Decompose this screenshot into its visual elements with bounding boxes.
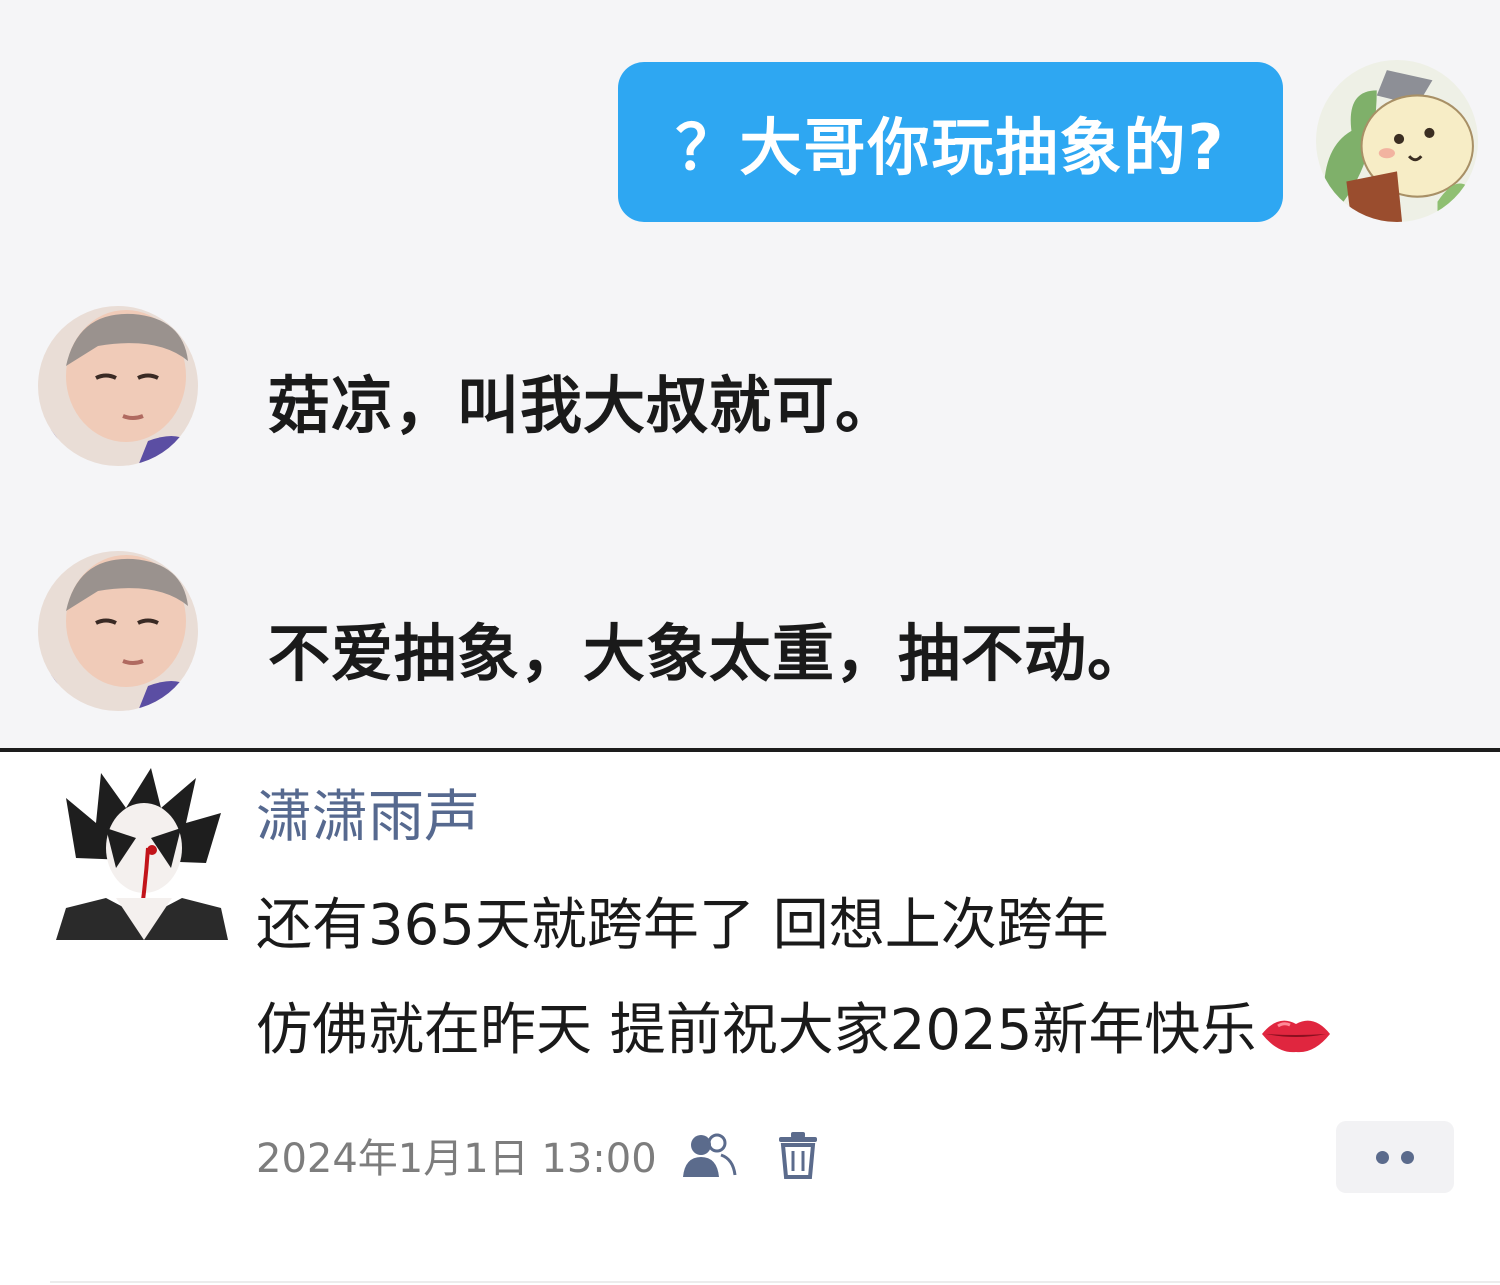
post-meta-row: 2024年1月1日 13:00 [256,1125,819,1185]
more-options-button[interactable] [1336,1121,1454,1193]
poster-avatar[interactable] [56,768,228,940]
post-timestamp: 2024年1月1日 13:00 [256,1136,657,1182]
chat-panel: ？大哥你玩抽象的? 菇凉，叫我大叔就可。 不爱抽象，大象太重，抽不动。 [0,0,1500,748]
lips-icon [1262,1020,1331,1053]
contact-avatar[interactable] [38,306,198,466]
poster-username[interactable]: 潇潇雨声 [256,772,480,853]
bottom-divider [50,1281,1500,1283]
post-text-line-2-content: 仿佛就在昨天 提前祝大家2025新年快乐 [256,998,1257,1063]
anime-avatar-icon [56,768,228,940]
outgoing-message-bubble[interactable]: ？大哥你玩抽象的? [618,62,1283,222]
person-photo-icon [38,306,198,466]
post-text-line-2: 仿佛就在昨天 提前祝大家2025新年快乐 [256,985,1332,1066]
incoming-message-2: 不爱抽象，大象太重，抽不动。 [268,617,1151,690]
person-photo-icon [38,551,198,711]
trash-icon[interactable] [777,1131,819,1179]
section-divider [0,748,1500,752]
outgoing-message-text: ？大哥你玩抽象的? [675,111,1226,184]
contact-avatar[interactable] [38,551,198,711]
cartoon-avatar-icon [1316,60,1478,222]
post-text-line-1: 还有365天就跨年了 回想上次跨年 [256,893,1109,958]
self-avatar[interactable] [1316,60,1478,222]
incoming-message-1: 菇凉，叫我大叔就可。 [268,369,899,442]
more-dots-icon [1401,1150,1414,1164]
more-dots-icon [1376,1150,1389,1164]
friends-icon[interactable] [679,1131,737,1179]
